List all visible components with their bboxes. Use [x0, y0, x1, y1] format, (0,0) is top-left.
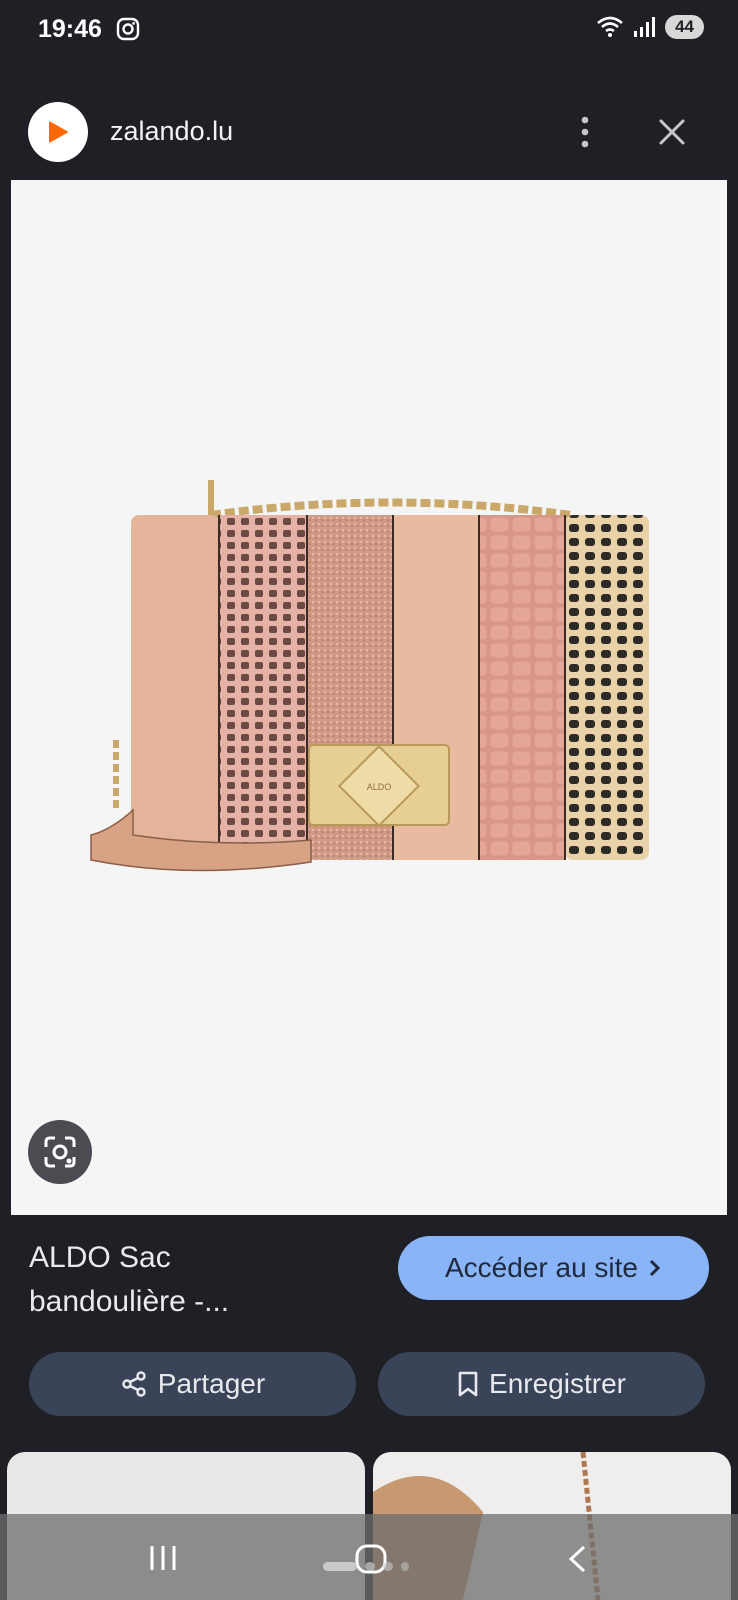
status-time: 19:46: [38, 14, 102, 43]
chevron-right-icon: [649, 1259, 661, 1277]
page-dot-active: [323, 1562, 357, 1571]
site-domain[interactable]: zalando.lu: [110, 116, 233, 147]
more-options-icon[interactable]: [570, 114, 600, 150]
bookmark-icon: [458, 1371, 478, 1397]
share-icon: [122, 1371, 146, 1397]
lens-button[interactable]: [28, 1120, 92, 1184]
bag-image: ALDO: [90, 480, 649, 872]
instagram-icon: [116, 17, 140, 41]
product-image[interactable]: ALDO: [11, 180, 727, 1215]
signal-icon: [634, 17, 656, 37]
share-label: Partager: [157, 1368, 266, 1399]
save-label: Enregistrer: [489, 1368, 626, 1399]
close-icon[interactable]: [654, 114, 690, 150]
back-icon[interactable]: [566, 1544, 588, 1574]
page-dot: [383, 1562, 393, 1571]
product-title-line2: bandoulière -...: [29, 1285, 230, 1318]
status-icons: 44: [595, 14, 704, 40]
status-bar: 19:46 44: [0, 0, 738, 58]
google-lens-icon: [44, 1136, 76, 1168]
page-dot: [365, 1562, 375, 1571]
site-header: zalando.lu: [0, 92, 738, 172]
recent-apps-icon[interactable]: [148, 1544, 178, 1572]
save-button[interactable]: Enregistrer: [378, 1352, 705, 1416]
visit-site-button[interactable]: Accéder au site: [398, 1236, 709, 1300]
page-dot: [401, 1562, 409, 1571]
visit-site-label: Accéder au site: [445, 1252, 638, 1283]
product-title-line1: ALDO Sac: [29, 1241, 171, 1274]
bag-brand-mark: ALDO: [367, 782, 392, 792]
zalando-logo-icon[interactable]: [28, 102, 88, 162]
wifi-icon: [597, 16, 623, 37]
share-button[interactable]: Partager: [29, 1352, 356, 1416]
battery-level: 44: [665, 15, 704, 39]
product-title[interactable]: ALDO Sac bandoulière -...: [29, 1236, 369, 1324]
page-indicator: [323, 1562, 409, 1571]
system-nav-bar: [0, 1514, 738, 1600]
